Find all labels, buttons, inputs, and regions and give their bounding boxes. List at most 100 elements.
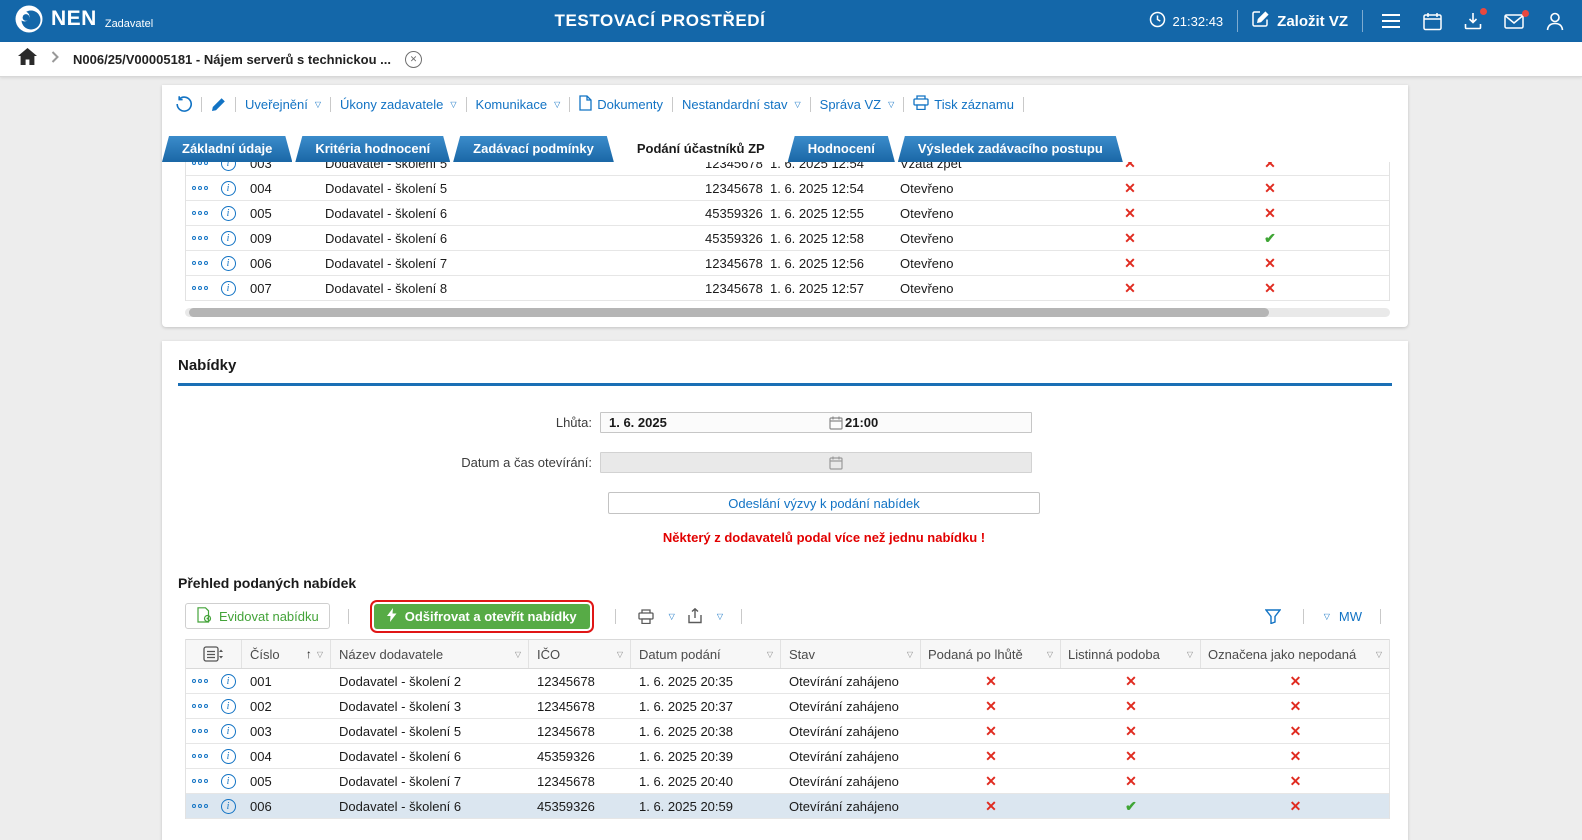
offer-row[interactable]: i 001 Dodavatel - školení 2 12345678 1. … (186, 669, 1389, 694)
horizontal-scrollbar[interactable] (185, 308, 1390, 317)
row-actions-icon[interactable] (186, 162, 214, 165)
tab-hodnoceni[interactable]: Hodnocení (788, 136, 895, 162)
filter-caret-icon[interactable]: ▽ (1047, 650, 1053, 659)
participant-row[interactable]: i 006 Dodavatel - školení 7 12345678 1. … (186, 251, 1389, 276)
home-icon[interactable] (18, 48, 37, 70)
scrollbar-thumb[interactable] (189, 308, 1269, 317)
decrypt-open-offers-button[interactable]: Odšifrovat a otevřít nabídky (374, 604, 590, 629)
filter-caret-icon[interactable]: ▽ (317, 650, 323, 659)
filter-caret-icon[interactable]: ▽ (515, 650, 521, 659)
row-actions-icon[interactable] (186, 754, 214, 758)
row-actions-icon[interactable] (186, 679, 214, 683)
menu-nestandardni-stav[interactable]: Nestandardní stav▽ (682, 97, 801, 112)
deadline-date-value[interactable]: 1. 6. 2025 (601, 415, 829, 430)
row-actions-icon[interactable] (186, 286, 214, 290)
filter-caret-icon[interactable]: ▽ (1376, 650, 1382, 659)
offer-row[interactable]: i 002 Dodavatel - školení 3 12345678 1. … (186, 694, 1389, 719)
notsubmitted-mark: ✕ (1201, 773, 1390, 790)
saved-view-label[interactable]: MW (1339, 609, 1362, 624)
calendar-icon[interactable] (1419, 12, 1446, 31)
deadline-field[interactable]: 1. 6. 2025 21:00 (600, 412, 1032, 433)
tab-kriteria-hodnoceni[interactable]: Kritéria hodnocení (295, 136, 450, 162)
send-invitation-button[interactable]: Odeslání výzvy k podání nabídek (608, 492, 1040, 514)
participant-row[interactable]: i 003 Dodavatel - školení 5 12345678 1. … (186, 162, 1389, 176)
column-settings-button[interactable] (186, 640, 242, 668)
calendar-icon[interactable] (829, 416, 843, 435)
tab-zakladni-udaje[interactable]: Základní údaje (162, 136, 292, 162)
filter-caret-icon[interactable]: ▽ (767, 650, 773, 659)
caret-down-icon[interactable]: ▽ (1324, 612, 1330, 621)
info-icon[interactable]: i (221, 281, 236, 296)
breadcrumb-item[interactable]: N006/25/V00005181 - Nájem serverů s tech… (73, 52, 391, 67)
info-icon[interactable]: i (221, 231, 236, 246)
menu-uverejneni[interactable]: Uveřejnění▽ (245, 97, 321, 112)
menu-ukony-zadavatele[interactable]: Úkony zadavatele▽ (340, 97, 457, 112)
menu-komunikace[interactable]: Komunikace▽ (476, 97, 561, 112)
column-header-stav[interactable]: Stav ▽ (781, 640, 921, 668)
info-icon[interactable]: i (221, 774, 236, 789)
column-header-ico[interactable]: IČO ▽ (529, 640, 631, 668)
filter-icon[interactable] (1261, 609, 1285, 624)
user-icon[interactable] (1542, 12, 1568, 31)
column-header-cislo[interactable]: Číslo ↑ ▽ (242, 640, 331, 668)
offer-row[interactable]: i 004 Dodavatel - školení 6 45359326 1. … (186, 744, 1389, 769)
participant-row[interactable]: i 007 Dodavatel - školení 8 12345678 1. … (186, 276, 1389, 301)
row-actions-icon[interactable] (186, 729, 214, 733)
row-actions-icon[interactable] (186, 186, 214, 190)
row-actions-icon[interactable] (186, 704, 214, 708)
offer-row[interactable]: i 005 Dodavatel - školení 7 12345678 1. … (186, 769, 1389, 794)
info-icon[interactable]: i (221, 256, 236, 271)
export-icon[interactable] (684, 608, 706, 624)
filter-caret-icon[interactable]: ▽ (907, 650, 913, 659)
offer-row-selected[interactable]: i 006 Dodavatel - školení 6 45359326 1. … (186, 794, 1389, 819)
tab-podani-ucastniku[interactable]: Podání účastníků ZP (617, 136, 785, 162)
column-header-podana-po-lhute[interactable]: Podaná po lhůtě ▽ (921, 640, 1061, 668)
info-icon[interactable]: i (221, 749, 236, 764)
offer-row[interactable]: i 003 Dodavatel - školení 5 12345678 1. … (186, 719, 1389, 744)
info-icon[interactable]: i (221, 699, 236, 714)
menu-icon[interactable] (1377, 13, 1405, 29)
menu-dokumenty[interactable]: Dokumenty (579, 95, 663, 114)
divider (1303, 609, 1304, 624)
column-header-oznacena-nepodana[interactable]: Označena jako nepodaná ▽ (1201, 640, 1390, 668)
row-actions-icon[interactable] (186, 261, 214, 265)
column-header-listinna-podoba[interactable]: Listinná podoba ▽ (1061, 640, 1201, 668)
info-icon[interactable]: i (221, 162, 236, 171)
info-icon[interactable]: i (221, 724, 236, 739)
menu-sprava-vz[interactable]: Správa VZ▽ (820, 97, 895, 112)
column-header-nazev[interactable]: Název dodavatele ▽ (331, 640, 529, 668)
row-actions-icon[interactable] (186, 779, 214, 783)
info-icon[interactable]: i (221, 799, 236, 814)
close-icon[interactable]: ✕ (405, 51, 422, 68)
tab-vysledek-postupu[interactable]: Výsledek zadávacího postupu (898, 136, 1123, 162)
participant-row[interactable]: i 005 Dodavatel - školení 6 45359326 1. … (186, 201, 1389, 226)
caret-down-icon[interactable]: ▽ (717, 612, 723, 621)
register-offer-button[interactable]: Evidovat nabídku (185, 603, 330, 629)
nen-logo[interactable]: NEN Zadavatel (14, 4, 153, 39)
filter-caret-icon[interactable]: ▽ (617, 650, 623, 659)
print-record-button[interactable]: Tisk záznamu (913, 95, 1014, 113)
participant-row[interactable]: i 009 Dodavatel - školení 6 45359326 1. … (186, 226, 1389, 251)
row-actions-icon[interactable] (186, 211, 214, 215)
mail-icon[interactable] (1500, 14, 1528, 29)
caret-down-icon[interactable]: ▽ (669, 612, 675, 621)
edit-button[interactable] (211, 97, 226, 112)
cell-date: 1. 6. 2025 20:38 (631, 724, 781, 739)
info-icon[interactable]: i (221, 181, 236, 196)
column-header-datum[interactable]: Datum podání ▽ (631, 640, 781, 668)
info-icon[interactable]: i (221, 674, 236, 689)
create-vz-button[interactable]: Založit VZ (1252, 10, 1348, 32)
sort-asc-icon[interactable]: ↑ (306, 647, 312, 661)
cell-supplier: Dodavatel - školení 7 (331, 774, 529, 789)
tab-zadavaci-podminky[interactable]: Zadávací podmínky (453, 136, 614, 162)
print-table-icon[interactable] (634, 609, 658, 624)
paper-mark: ✕ (1061, 773, 1201, 790)
filter-caret-icon[interactable]: ▽ (1187, 650, 1193, 659)
info-icon[interactable]: i (221, 206, 236, 221)
participant-row[interactable]: i 004 Dodavatel - školení 5 12345678 1. … (186, 176, 1389, 201)
download-icon[interactable] (1460, 12, 1486, 30)
row-actions-icon[interactable] (186, 236, 214, 240)
caret-down-icon: ▽ (450, 100, 456, 109)
history-button[interactable] (176, 96, 192, 112)
row-actions-icon[interactable] (186, 804, 214, 808)
